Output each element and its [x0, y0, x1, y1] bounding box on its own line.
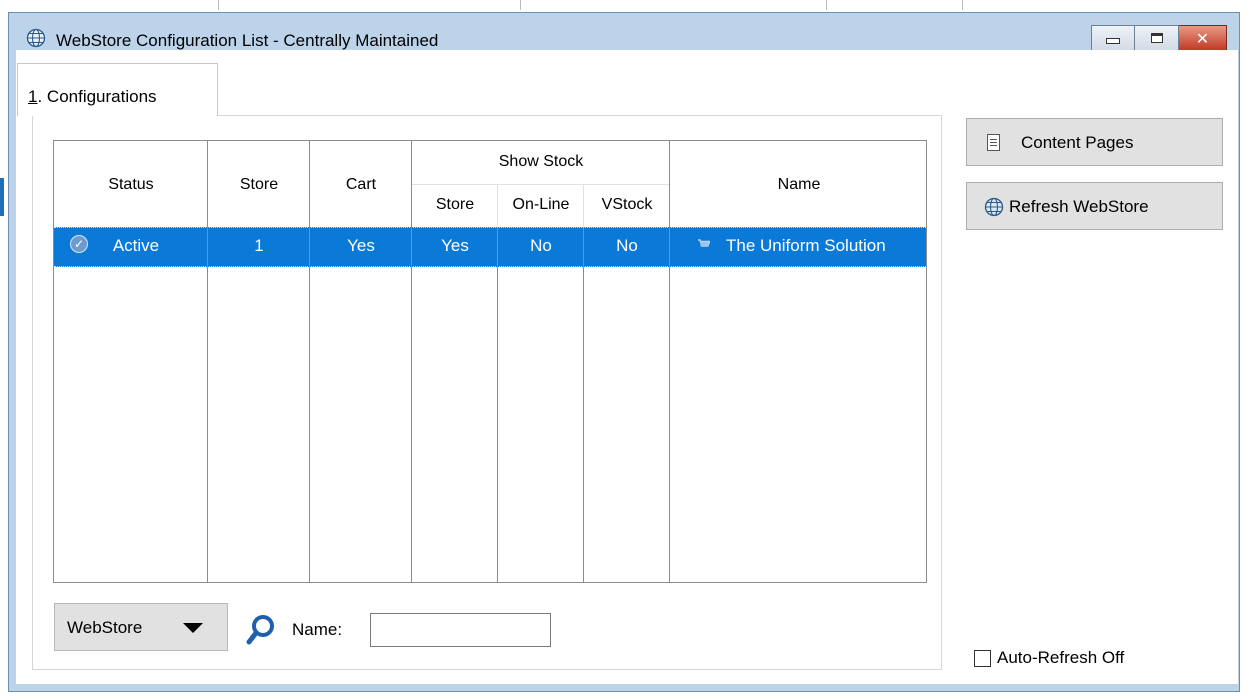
cell-show-store: Yes	[441, 236, 469, 255]
header-show-stock-vstock[interactable]: VStock	[584, 196, 670, 214]
column-divider	[411, 141, 412, 582]
name-label: Name:	[292, 620, 343, 639]
column-divider	[669, 141, 670, 582]
cell-name: The Uniform Solution	[726, 236, 886, 255]
webstore-dropdown[interactable]: WebStore	[54, 603, 228, 651]
cell-show-vstock: No	[616, 236, 638, 255]
globe-icon	[984, 197, 1004, 217]
header-status[interactable]: Status	[54, 176, 208, 194]
column-divider	[497, 185, 498, 228]
refresh-webstore-label: Refresh WebStore	[1009, 197, 1149, 216]
header-show-stock-online[interactable]: On-Line	[498, 196, 584, 214]
name-search-input[interactable]	[370, 613, 551, 647]
close-icon: ✕	[1195, 28, 1210, 48]
refresh-webstore-button[interactable]: Refresh WebStore	[966, 182, 1223, 230]
tab-configurations[interactable]: 1. Configurations	[17, 63, 218, 116]
close-button[interactable]: ✕	[1179, 25, 1227, 51]
auto-refresh-toggle[interactable]: Auto-Refresh Off	[974, 648, 1124, 668]
cell-store: 1	[254, 236, 264, 255]
configuration-grid[interactable]: Status Store Cart Show Stock Store On-Li…	[53, 140, 927, 583]
header-show-stock: Show Stock	[498, 153, 584, 170]
header-divider	[412, 184, 670, 185]
header-store[interactable]: Store	[208, 176, 310, 194]
content-pages-button[interactable]: Content Pages	[966, 118, 1223, 166]
column-divider	[583, 228, 584, 582]
maximize-button[interactable]	[1135, 25, 1179, 51]
content-pages-label: Content Pages	[1021, 133, 1134, 152]
cart-icon	[698, 239, 710, 247]
check-circle-icon: ✓	[70, 235, 88, 253]
header-show-stock-store[interactable]: Store	[412, 196, 498, 214]
header-name[interactable]: Name	[670, 176, 926, 194]
globe-icon	[26, 28, 46, 48]
cell-cart: Yes	[347, 236, 375, 255]
column-divider	[309, 141, 310, 582]
column-divider	[497, 228, 498, 582]
header-cart[interactable]: Cart	[310, 176, 412, 194]
minimize-button[interactable]	[1091, 25, 1135, 51]
tab-label: 1. Configurations	[28, 87, 157, 106]
window-title: WebStore Configuration List - Centrally …	[56, 31, 439, 50]
background-app-strip	[0, 0, 1247, 10]
chevron-down-icon	[183, 623, 203, 633]
window-controls: ✕	[1091, 25, 1227, 51]
cell-status: Active	[112, 236, 160, 255]
document-icon	[987, 134, 1000, 151]
search-icon[interactable]	[246, 614, 276, 646]
column-divider	[207, 141, 208, 582]
background-app-marker	[0, 178, 4, 216]
webstore-dropdown-value: WebStore	[67, 618, 143, 637]
maximize-icon	[1150, 33, 1163, 43]
column-divider	[583, 185, 584, 228]
cell-show-online: No	[530, 236, 552, 255]
auto-refresh-label: Auto-Refresh Off	[997, 648, 1125, 667]
auto-refresh-checkbox[interactable]	[974, 649, 991, 667]
minimize-icon	[1106, 38, 1120, 44]
